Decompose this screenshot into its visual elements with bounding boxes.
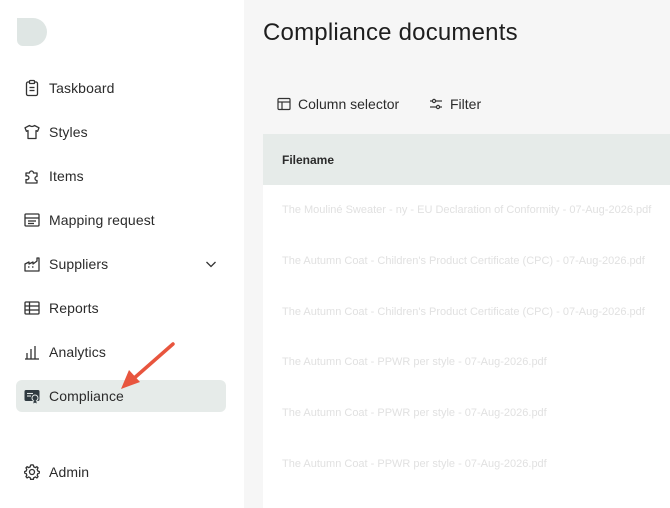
compliance-badge-icon — [23, 387, 41, 405]
suppliers-icon — [23, 255, 41, 273]
table-row[interactable]: The Mouliné Sweater - ny - EU Declaratio… — [263, 185, 670, 236]
table-row[interactable]: The Autumn Coat - Children's Product Cer… — [263, 236, 670, 287]
puzzle-icon — [23, 167, 41, 185]
report-table-icon — [23, 299, 41, 317]
clipboard-icon — [23, 79, 41, 97]
sidebar-item-label: Items — [49, 168, 84, 184]
sidebar-item-label: Compliance — [49, 388, 124, 404]
sidebar-item-label: Suppliers — [49, 256, 109, 272]
table-header: Filename — [263, 134, 670, 185]
sidebar-item-compliance[interactable]: Compliance — [16, 380, 226, 412]
sidebar-item-mapping-request[interactable]: Mapping request — [16, 204, 226, 236]
bar-chart-icon — [23, 343, 41, 361]
chevron-down-icon[interactable] — [204, 257, 218, 271]
app-logo[interactable] — [17, 18, 49, 46]
sidebar-item-taskboard[interactable]: Taskboard — [16, 72, 226, 104]
filter-label: Filter — [450, 96, 482, 112]
table-row[interactable]: The Autumn Coat - PPWR per style - 07-Au… — [263, 388, 670, 439]
sidebar-item-suppliers[interactable]: Suppliers — [16, 248, 226, 280]
columns-icon — [277, 97, 291, 111]
column-header-filename[interactable]: Filename — [282, 153, 334, 167]
column-selector-label: Column selector — [298, 96, 400, 112]
sidebar-item-label: Admin — [49, 464, 90, 480]
documents-table: Filename The Mouliné Sweater - ny - EU D… — [263, 134, 670, 508]
sidebar-item-label: Analytics — [49, 344, 106, 360]
page-title: Compliance documents — [263, 19, 518, 46]
tshirt-icon — [23, 123, 41, 141]
gear-icon — [23, 463, 41, 481]
sidebar-item-admin[interactable]: Admin — [16, 456, 226, 488]
sidebar-item-analytics[interactable]: Analytics — [16, 336, 226, 368]
sliders-icon — [429, 97, 443, 111]
table-row[interactable]: The Autumn Coat - PPWR per style - 07-Au… — [263, 438, 670, 489]
table-row[interactable]: The Autumn Coat - Children's Product Cer… — [263, 286, 670, 337]
main-content: Compliance documents Column selector Fil… — [244, 0, 670, 508]
sidebar-item-label: Mapping request — [49, 212, 155, 228]
sidebar-item-styles[interactable]: Styles — [16, 116, 226, 148]
mapping-list-icon — [23, 211, 41, 229]
filter-button[interactable]: Filter — [429, 93, 481, 115]
sidebar-item-label: Styles — [49, 124, 88, 140]
sidebar-item-label: Taskboard — [49, 80, 115, 96]
column-selector-button[interactable]: Column selector — [277, 93, 399, 115]
sidebar-item-label: Reports — [49, 300, 99, 316]
table-row[interactable]: The Autumn Coat - PPWR per style - 07-Au… — [263, 337, 670, 388]
sidebar-item-reports[interactable]: Reports — [16, 292, 226, 324]
sidebar-item-items[interactable]: Items — [16, 160, 226, 192]
sidebar: Taskboard Styles Items Mapping request S… — [0, 0, 244, 508]
